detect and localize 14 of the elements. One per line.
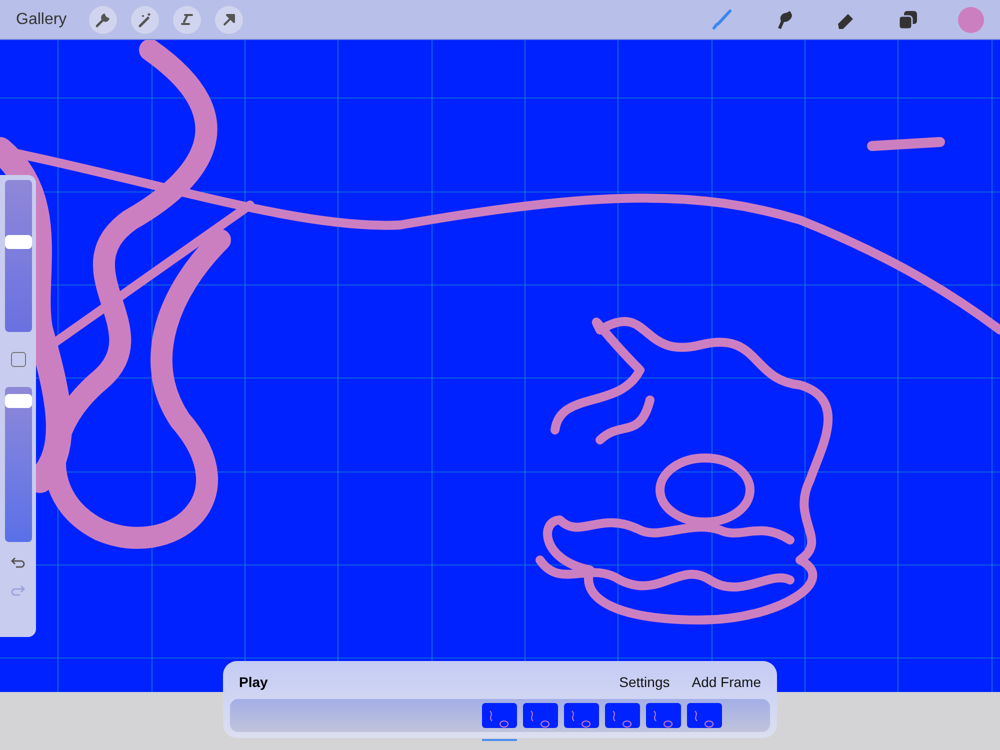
slider-thumb[interactable] bbox=[4, 235, 32, 250]
frame-thumbnail[interactable] bbox=[482, 703, 517, 741]
modify-button[interactable] bbox=[10, 352, 26, 367]
play-button[interactable]: Play bbox=[239, 672, 268, 692]
brush-size-slider[interactable] bbox=[4, 180, 32, 332]
selection-icon[interactable] bbox=[172, 6, 201, 34]
undo-icon[interactable] bbox=[10, 556, 26, 570]
opacity-slider[interactable] bbox=[4, 387, 32, 542]
magic-wand-icon[interactable] bbox=[130, 6, 159, 34]
settings-button[interactable]: Settings bbox=[619, 672, 670, 692]
add-frame-button[interactable]: Add Frame bbox=[692, 672, 761, 692]
slider-thumb[interactable] bbox=[4, 394, 32, 408]
color-swatch[interactable] bbox=[958, 6, 984, 32]
gallery-button[interactable]: Gallery bbox=[16, 8, 67, 32]
